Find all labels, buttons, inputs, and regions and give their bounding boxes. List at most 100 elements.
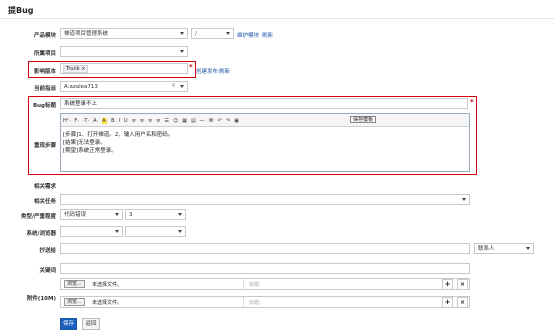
editor-content[interactable]: [步骤]1、打开禅道。2、输入用户名和密码。 [结果]无法登录。 [期望]系统正… [63, 131, 173, 155]
toolbar-button[interactable]: ▣ [234, 118, 239, 124]
editor-line: [结果]无法登录。 [63, 140, 106, 146]
product-label: 产品模块 [33, 33, 56, 39]
story-label: 相关需求 [33, 184, 56, 190]
maintain-module-link[interactable]: 维护模块 [237, 31, 259, 39]
required-marker: * [470, 98, 474, 106]
remove-file-button[interactable]: × [457, 297, 468, 308]
divider [243, 279, 244, 289]
file-title-input[interactable]: 标题： [249, 281, 264, 288]
clear-icon[interactable]: × [171, 83, 176, 89]
chevron-down-icon [178, 230, 182, 233]
toolbar-button[interactable]: ↶ [218, 118, 222, 124]
toolbar-button[interactable]: ≡ [132, 118, 136, 124]
toolbar-button[interactable]: ≡ [140, 118, 144, 124]
toolbar-button[interactable]: A· [102, 118, 108, 124]
editor-line: [步骤]1、打开禅道。2、输入用户名和密码。 [63, 132, 174, 138]
add-file-button[interactable]: + [442, 297, 453, 308]
severity-select[interactable]: 3 [125, 209, 186, 220]
build-tag[interactable]: Trunk × [63, 65, 89, 73]
chevron-down-icon [115, 213, 119, 216]
toolbar-button[interactable]: ·T· [83, 118, 89, 124]
browse-button[interactable]: 浏览... [64, 298, 85, 306]
cc-label: 抄送给 [39, 248, 56, 254]
product-select[interactable]: 禅道项目管理系统 [60, 28, 188, 39]
file-status: 未选择文件。 [92, 300, 123, 306]
project-select[interactable] [60, 46, 188, 57]
save-button[interactable]: 保存 [60, 318, 77, 330]
build-select[interactable]: Trunk × [60, 63, 188, 74]
module-value: / [195, 31, 197, 37]
severity-value: 3 [129, 212, 133, 218]
remove-file-button[interactable]: × [457, 279, 468, 290]
toolbar-button[interactable]: ▤ [191, 118, 196, 124]
remove-icon[interactable]: × [81, 66, 85, 72]
project-label: 所属项目 [33, 51, 56, 57]
type-value: 代码错误 [64, 212, 87, 218]
save-template-button[interactable]: 保存模板 [350, 116, 377, 123]
required-marker: * [189, 63, 193, 71]
add-file-button[interactable]: + [442, 279, 453, 290]
type-select[interactable]: 代码错误 [60, 209, 123, 220]
bug-title-value: 系统登录不上 [64, 101, 98, 107]
bug-title-label: Bug标题 [32, 103, 56, 109]
toolbar-button[interactable]: ☰ [165, 118, 169, 124]
type-severity-label: 类型/严重程度 [20, 214, 56, 220]
browser-select[interactable] [125, 226, 186, 237]
keywords-label: 关键词 [39, 268, 56, 274]
chevron-down-icon [180, 32, 184, 35]
build-label: 影响版本 [33, 69, 56, 75]
file-status: 未选择文件。 [92, 282, 123, 288]
file-title-input[interactable]: 标题： [249, 299, 264, 306]
divider [243, 297, 244, 307]
chevron-down-icon [180, 85, 184, 88]
contacts-select[interactable]: 联系人 [474, 243, 534, 254]
toolbar-button[interactable]: I [119, 118, 120, 124]
toolbar-button[interactable]: B [111, 118, 114, 124]
toolbar-button[interactable]: A· [93, 118, 98, 124]
chevron-down-icon [180, 50, 184, 53]
file-row: 浏览... 未选择文件。 标题： [60, 296, 470, 308]
os-browser-label: 系统/浏览器 [26, 231, 56, 237]
assigned-value: A:azalea713 [64, 84, 98, 90]
toolbar-button[interactable]: — [200, 118, 205, 124]
chevron-down-icon [526, 247, 530, 250]
chevron-down-icon [462, 198, 466, 201]
assigned-select[interactable]: A:azalea713 × [60, 81, 188, 92]
product-value: 禅道项目管理系统 [64, 31, 109, 37]
toolbar-button[interactable]: ≡ [148, 118, 152, 124]
task-label: 相关任务 [33, 199, 56, 205]
refresh-build-link[interactable]: 刷新 [219, 67, 230, 75]
module-select[interactable]: / [191, 28, 234, 39]
editor-toolbar: H¹· F· ·T· A· A· B I U ≡ ≡ ≡ ≡ ☰ ☺ ▦ ▤ — ⌘ ↶ ↷ ▣ 保存模板 [61, 114, 469, 127]
toolbar-button[interactable]: ≡ [156, 118, 160, 124]
toolbar-button[interactable]: ⌘ [209, 118, 214, 124]
page-title: 提Bug [8, 6, 34, 15]
steps-editor[interactable]: H¹· F· ·T· A· A· B I U ≡ ≡ ≡ ≡ ☰ ☺ ▦ ▤ — ⌘ ↶ ↷ ▣ 保存模板 [步骤]1、… [60, 113, 470, 172]
task-select[interactable] [60, 194, 470, 205]
toolbar-button[interactable]: U [124, 118, 128, 124]
toolbar-button[interactable]: ☺ [173, 118, 178, 124]
steps-label: 重现步骤 [33, 143, 56, 149]
create-release-link[interactable]: 创建发布 [196, 67, 218, 75]
files-label: 附件(10M) [26, 296, 56, 302]
toolbar-button[interactable]: H¹· [63, 118, 70, 124]
browse-button[interactable]: 浏览... [64, 280, 85, 288]
keywords-input[interactable] [60, 263, 470, 274]
back-button[interactable]: 返回 [82, 318, 100, 330]
toolbar-button[interactable]: ▦ [182, 118, 187, 124]
chevron-down-icon [226, 32, 230, 35]
file-row: 浏览... 未选择文件。 标题： [60, 278, 470, 290]
refresh-module-link[interactable]: 刷新 [262, 31, 273, 39]
chevron-down-icon [178, 213, 182, 216]
toolbar-button[interactable]: F· [74, 118, 78, 124]
build-tag-label: Trunk [66, 66, 80, 72]
editor-line: [期望]系统正常登录。 [63, 148, 117, 154]
cc-input[interactable] [60, 243, 470, 254]
title-divider [0, 18, 554, 19]
toolbar-button[interactable]: ↷ [226, 118, 230, 124]
chevron-down-icon [115, 230, 119, 233]
contacts-value: 联系人 [478, 246, 495, 252]
os-select[interactable] [60, 226, 123, 237]
assigned-label: 当前指派 [33, 86, 56, 92]
bug-title-input[interactable]: 系统登录不上 [60, 98, 468, 109]
